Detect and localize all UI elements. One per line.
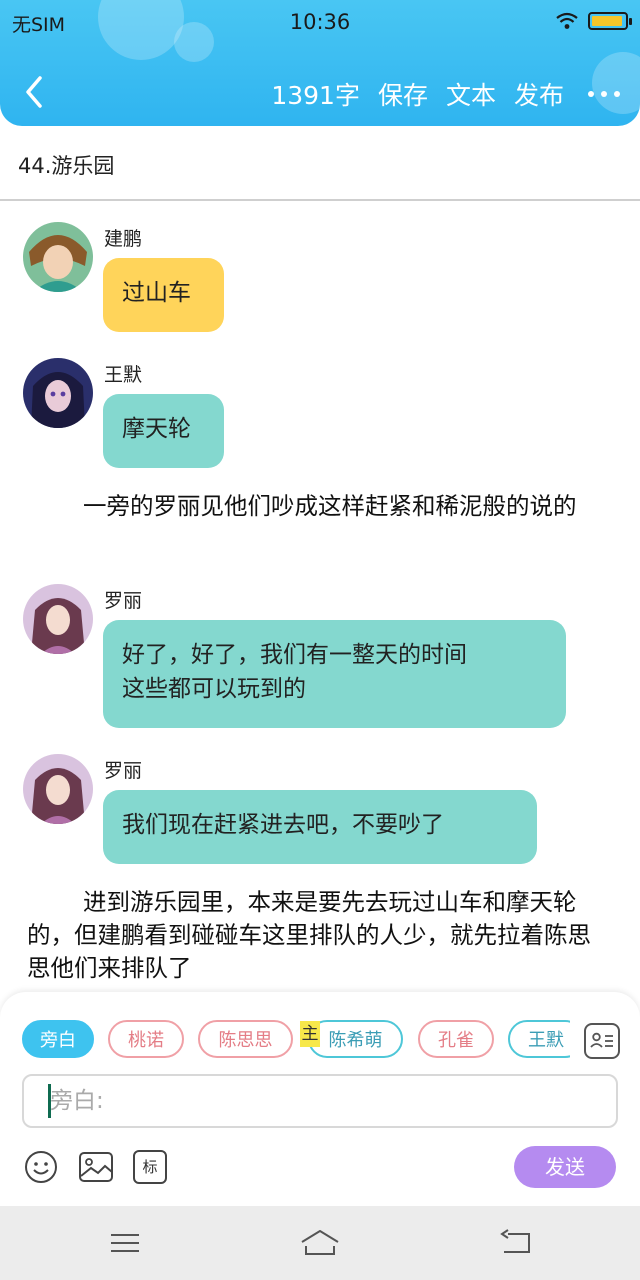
role-selector: 旁白 桃诺 陈思思 陈希萌 孔雀 王默: [0, 1018, 570, 1064]
speaker-name: 罗丽: [104, 590, 143, 612]
contact-card-icon[interactable]: [584, 1023, 620, 1059]
system-nav-bar: [0, 1206, 640, 1280]
main-role-tag: 主: [300, 1021, 320, 1047]
role-chip-narration[interactable]: 旁白: [22, 1020, 94, 1058]
chat-bubble-line: 好了，好了，我们有一整天的时间: [122, 642, 467, 668]
chat-bubble[interactable]: 我们现在赶紧进去吧，不要吵了: [103, 790, 537, 864]
mark-icon[interactable]: 标: [133, 1150, 167, 1184]
top-bar: 无SIM 10:36 1391字 保存 文本 发布: [0, 0, 640, 126]
speaker-name: 王默: [104, 364, 143, 386]
role-chip[interactable]: 陈希萌: [308, 1020, 403, 1058]
wifi-icon: [556, 12, 578, 29]
chapter-title[interactable]: 44.游乐园: [18, 150, 114, 180]
speaker-name: 建鹏: [104, 228, 143, 250]
input-placeholder: 旁白:: [50, 1088, 104, 1114]
home-icon[interactable]: [298, 1226, 342, 1260]
message-input[interactable]: 旁白:: [22, 1074, 618, 1128]
publish-button[interactable]: 发布: [514, 76, 564, 112]
role-chip[interactable]: 王默: [508, 1020, 570, 1058]
avatar[interactable]: [23, 584, 93, 654]
send-button[interactable]: 发送: [514, 1146, 616, 1188]
avatar[interactable]: [23, 358, 93, 428]
save-button[interactable]: 保存: [378, 76, 428, 112]
toolbar-actions: 1391字 保存 文本 发布: [253, 76, 620, 112]
chat-bubble[interactable]: 过山车: [103, 258, 224, 332]
back-icon[interactable]: [496, 1226, 536, 1260]
chat-bubble[interactable]: 好了，好了，我们有一整天的时间 这些都可以玩到的: [103, 620, 566, 728]
chat-bubble-line: 这些都可以玩到的: [122, 676, 306, 702]
status-bar: 无SIM 10:36: [0, 0, 640, 44]
back-arrow-icon[interactable]: [20, 70, 50, 114]
battery-icon: [588, 12, 632, 30]
emoji-icon[interactable]: [24, 1150, 58, 1184]
clock: 10:36: [289, 10, 351, 34]
narration-text[interactable]: 进到游乐园里，本来是要先去玩过山车和摩天轮的，但建鹏看到碰碰车这里排队的人少，就…: [27, 886, 613, 985]
text-cursor: [48, 1084, 51, 1118]
avatar[interactable]: [23, 754, 93, 824]
chat-bubble[interactable]: 摩天轮: [103, 394, 224, 468]
avatar[interactable]: [23, 222, 93, 292]
narration-text[interactable]: 一旁的罗丽见他们吵成这样赶紧和稀泥般的说的: [27, 490, 613, 523]
role-chip[interactable]: 孔雀: [418, 1020, 494, 1058]
menu-icon[interactable]: [105, 1226, 145, 1260]
more-icon[interactable]: [588, 79, 620, 109]
role-chip[interactable]: 陈思思: [198, 1020, 293, 1058]
text-button[interactable]: 文本: [446, 76, 496, 112]
role-chip[interactable]: 桃诺: [108, 1020, 184, 1058]
image-icon[interactable]: [78, 1150, 114, 1184]
speaker-name: 罗丽: [104, 760, 143, 782]
battery-level: [592, 16, 622, 26]
divider: [0, 199, 640, 201]
word-count: 1391字: [271, 81, 360, 110]
